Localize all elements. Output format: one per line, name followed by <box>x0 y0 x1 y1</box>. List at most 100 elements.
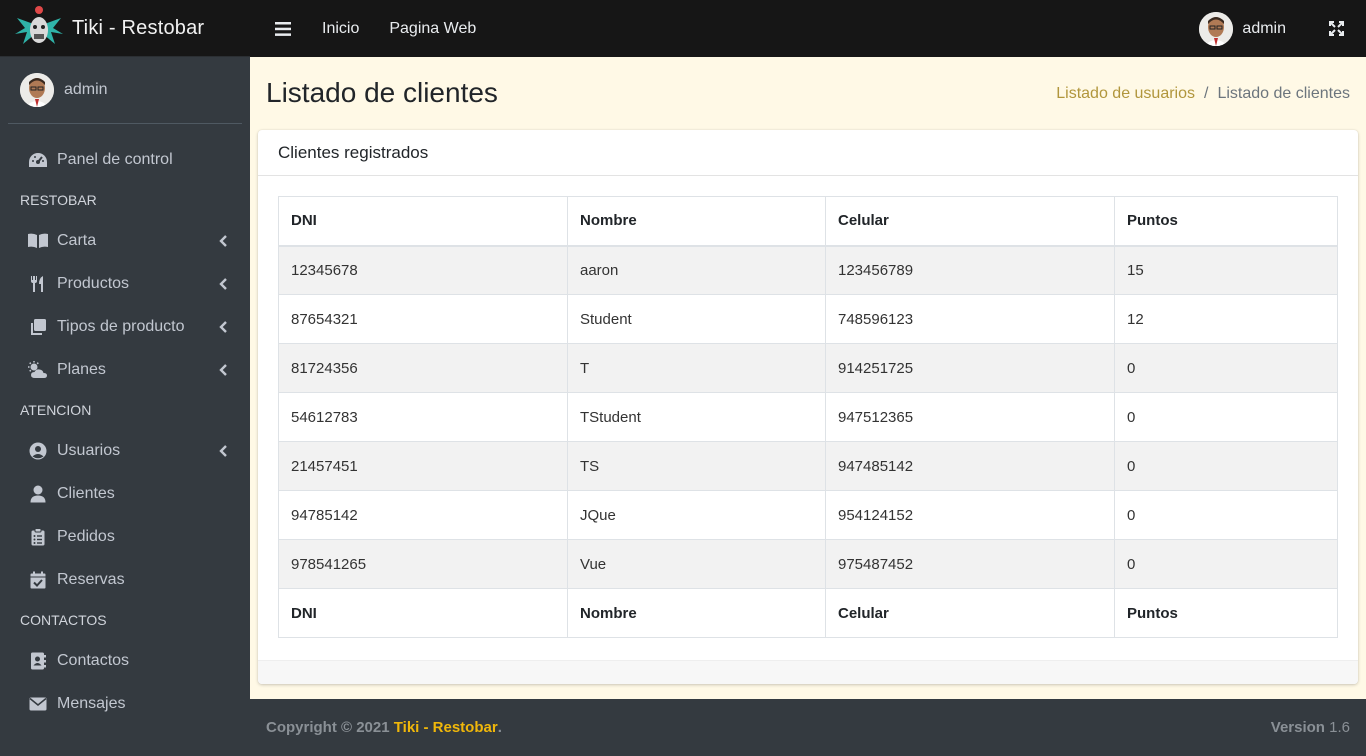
cell-dni: 12345678 <box>278 245 568 295</box>
avatar[interactable] <box>1199 11 1234 46</box>
card-title: Clientes registrados <box>258 130 1358 176</box>
user-circle-icon <box>27 441 49 461</box>
column-footer-celular: Celular <box>825 588 1115 638</box>
sidebar-item-reservas[interactable]: Reservas <box>0 558 250 601</box>
cell-nombre: TStudent <box>567 392 826 442</box>
brand-link[interactable]: Tiki - Restobar <box>0 0 250 57</box>
breadcrumb: Listado de usuarios / Listado de cliente… <box>1056 85 1350 103</box>
table-row[interactable]: 978541265 Vue 975487452 0 <box>278 539 1338 589</box>
sidebar-item-label: Usuarios <box>57 441 121 459</box>
calendar-check-icon <box>27 570 49 590</box>
table-row[interactable]: 12345678 aaron 123456789 15 <box>278 245 1338 295</box>
cell-puntos: 0 <box>1114 441 1338 491</box>
sidebar-item-label: Panel de control <box>57 150 173 168</box>
clients-table: DNI Nombre Celular Puntos 12345678 aaron 1… <box>278 196 1338 638</box>
chevron-left-icon <box>218 444 228 457</box>
cell-dni: 81724356 <box>278 343 568 393</box>
sidebar-item-clientes[interactable]: Clientes <box>0 472 250 515</box>
column-footer-puntos: Puntos <box>1114 588 1338 638</box>
content-header: Listado de clientes Listado de usuarios … <box>266 73 1350 113</box>
content-wrapper: Listado de clientes Listado de usuarios … <box>250 57 1366 699</box>
sidebar-item-productos[interactable]: Productos <box>0 262 250 305</box>
tachometer-icon <box>27 150 49 170</box>
footer-version: Version 1.6 <box>1271 719 1350 736</box>
cell-celular: 123456789 <box>825 245 1115 295</box>
sidebar-item-pedidos[interactable]: Pedidos <box>0 515 250 558</box>
top-navbar: Inicio Pagina Web admin <box>250 0 1366 57</box>
sidebar-item-label: Tipos de producto <box>57 317 185 335</box>
cell-celular: 947512365 <box>825 392 1115 442</box>
navbar-user-name[interactable]: admin <box>1242 20 1286 38</box>
breadcrumb-link-usuarios[interactable]: Listado de usuarios <box>1056 85 1195 103</box>
sidebar-item-label: Clientes <box>57 484 115 502</box>
cell-celular: 748596123 <box>825 294 1115 344</box>
sidebar-item-mensajes[interactable]: Mensajes <box>0 682 250 725</box>
cell-dni: 21457451 <box>278 441 568 491</box>
cell-celular: 914251725 <box>825 343 1115 393</box>
book-icon <box>27 231 49 251</box>
table-row[interactable]: 21457451 TS 947485142 0 <box>278 441 1338 491</box>
sidebar-user-name: admin <box>64 81 108 98</box>
sidebar-item-planes[interactable]: Planes <box>0 348 250 391</box>
bars-icon[interactable] <box>273 19 293 39</box>
clipboard-list-icon <box>27 527 49 547</box>
version-number: 1.6 <box>1329 719 1350 736</box>
table-row[interactable]: 87654321 Student 748596123 12 <box>278 294 1338 344</box>
brand-logo-icon <box>12 3 66 53</box>
sidebar-item-label: Planes <box>57 360 106 378</box>
sidebar-header-contactos: CONTACTOS <box>20 612 107 628</box>
table-row[interactable]: 54612783 TStudent 947512365 0 <box>278 392 1338 442</box>
sidebar-item-panel-de-control[interactable]: Panel de control <box>0 138 250 181</box>
envelope-icon <box>27 694 49 714</box>
sidebar-item-contactos[interactable]: Contactos <box>0 639 250 682</box>
cell-puntos: 0 <box>1114 343 1338 393</box>
chevron-left-icon <box>218 277 228 290</box>
address-book-icon <box>27 651 49 671</box>
sidebar-header-restobar: RESTOBAR <box>20 192 97 208</box>
column-header-nombre[interactable]: Nombre <box>567 196 826 247</box>
sidebar-item-carta[interactable]: Carta <box>0 219 250 262</box>
table-row[interactable]: 94785142 JQue 954124152 0 <box>278 490 1338 540</box>
chevron-left-icon <box>218 363 228 376</box>
sidebar-item-label: Mensajes <box>57 694 126 712</box>
footer-copyright: Copyright © 2021 <box>266 719 390 736</box>
cell-dni: 978541265 <box>278 539 568 589</box>
cloud-sun-icon <box>27 360 49 380</box>
avatar <box>20 73 54 107</box>
table-row[interactable]: 81724356 T 914251725 0 <box>278 343 1338 393</box>
nav-link-inicio[interactable]: Inicio <box>322 20 359 38</box>
cell-dni: 54612783 <box>278 392 568 442</box>
table-header-row: DNI Nombre Celular Puntos <box>278 196 1338 247</box>
cell-celular: 954124152 <box>825 490 1115 540</box>
column-header-celular[interactable]: Celular <box>825 196 1115 247</box>
sidebar-item-label: Contactos <box>57 651 130 669</box>
nav-link-pagina-web[interactable]: Pagina Web <box>389 20 476 38</box>
cell-puntos: 0 <box>1114 392 1338 442</box>
sidebar-item-label: Productos <box>57 274 130 292</box>
cell-puntos: 0 <box>1114 539 1338 589</box>
column-header-dni[interactable]: DNI <box>278 196 568 247</box>
brand-name: Tiki - Restobar <box>72 16 205 39</box>
column-header-puntos[interactable]: Puntos <box>1114 196 1338 247</box>
sidebar-item-label: Carta <box>57 231 97 249</box>
cell-puntos: 0 <box>1114 490 1338 540</box>
main-footer: Copyright © 2021 Tiki - Restobar. Versio… <box>250 699 1366 756</box>
sidebar-item-tipos-de-producto[interactable]: Tipos de producto <box>0 305 250 348</box>
card-footer <box>258 660 1358 684</box>
column-footer-dni: DNI <box>278 588 568 638</box>
sidebar-item-usuarios[interactable]: Usuarios <box>0 429 250 472</box>
page-title: Listado de clientes <box>266 77 498 108</box>
version-label: Version <box>1270 719 1325 736</box>
cell-puntos: 12 <box>1114 294 1338 344</box>
chevron-left-icon <box>218 320 228 333</box>
chevron-left-icon <box>218 234 228 247</box>
sidebar-user-panel[interactable]: admin <box>8 57 242 124</box>
footer-brand-link[interactable]: Tiki - Restobar <box>394 719 498 736</box>
cell-dni: 94785142 <box>278 490 568 540</box>
cell-celular: 947485142 <box>825 441 1115 491</box>
cell-nombre: aaron <box>567 245 826 295</box>
copy-icon <box>27 317 49 337</box>
clients-card: Clientes registrados DNI Nombre Celular … <box>258 130 1358 684</box>
cell-nombre: Vue <box>567 539 826 589</box>
expand-icon[interactable] <box>1328 21 1344 37</box>
